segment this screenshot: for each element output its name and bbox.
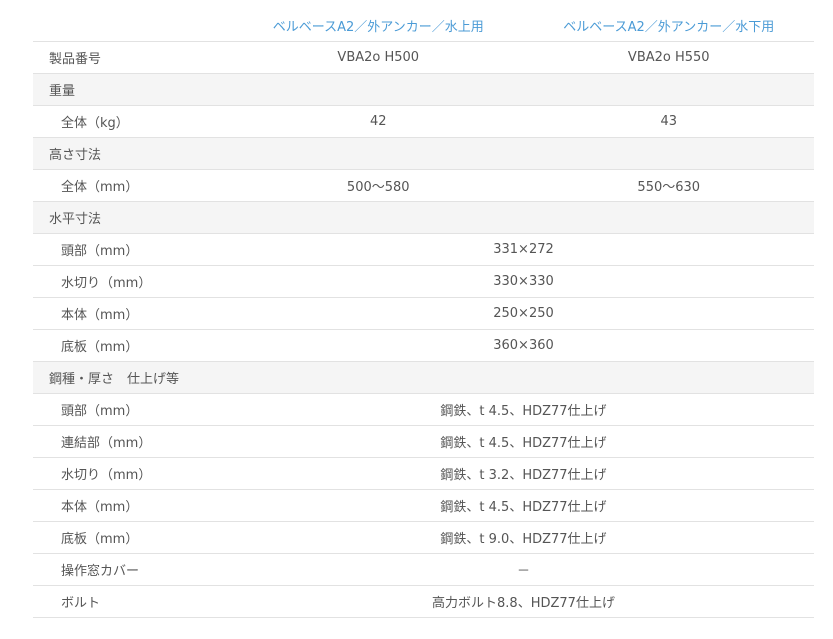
cell-value: 43 xyxy=(660,114,678,129)
section-row-steel: 鋼種・厚さ 仕上げ等 xyxy=(33,362,814,394)
cell-value: 鋼鉄、t 4.5、HDZ77仕上げ xyxy=(440,436,607,451)
row-label: 頭部（mm） xyxy=(61,404,139,419)
table-row-horiz-body: 本体（mm） 250×250 xyxy=(33,298,814,330)
row-label: 連結部（mm） xyxy=(61,436,152,451)
table-row-weight-total: 全体（kg） 42 43 xyxy=(33,106,814,138)
cell-value: 鋼鉄、t 4.5、HDZ77仕上げ xyxy=(440,404,607,419)
table-row-steel-body: 本体（mm） 鋼鉄、t 4.5、HDZ77仕上げ xyxy=(33,490,814,522)
section-label: 高さ寸法 xyxy=(49,148,102,163)
cell-value: － xyxy=(516,564,530,579)
header-col-2: ベルベースA2／外アンカー／水下用 xyxy=(563,19,775,35)
table-row-cover: 操作窓カバー － xyxy=(33,554,814,586)
cell-value: 550～630 xyxy=(637,180,701,195)
row-label: 製品番号 xyxy=(49,52,102,67)
cell-value: 330×330 xyxy=(493,274,554,289)
cell-value: 360×360 xyxy=(493,338,554,353)
cell-value: VBA2o H550 xyxy=(627,50,710,65)
row-label: 水切り（mm） xyxy=(61,276,152,291)
row-label: ボルト xyxy=(61,596,101,611)
table-row-steel-base: 底板（mm） 鋼鉄、t 9.0、HDZ77仕上げ xyxy=(33,522,814,554)
cell-value: 250×250 xyxy=(493,306,554,321)
cell-value: 42 xyxy=(369,114,387,129)
header-col-1: ベルベースA2／外アンカー／水上用 xyxy=(272,19,484,35)
table-row-horiz-drip: 水切り（mm） 330×330 xyxy=(33,266,814,298)
section-label: 鋼種・厚さ 仕上げ等 xyxy=(49,372,180,387)
row-label: 操作窓カバー xyxy=(61,564,140,579)
cell-value: 331×272 xyxy=(493,242,554,257)
row-label: 頭部（mm） xyxy=(61,244,139,259)
table-row-horiz-base: 底板（mm） 360×360 xyxy=(33,330,814,362)
row-label: 本体（mm） xyxy=(61,308,139,323)
section-row-horizontal: 水平寸法 xyxy=(33,202,814,234)
table-row-bolt: ボルト 高力ボルト8.8、HDZ77仕上げ xyxy=(33,586,814,618)
spec-table: ベルベースA2／外アンカー／水上用 ベルベースA2／外アンカー／水下用 製品番号… xyxy=(33,9,814,618)
table-row-steel-head: 頭部（mm） 鋼鉄、t 4.5、HDZ77仕上げ xyxy=(33,394,814,426)
row-label: 水切り（mm） xyxy=(61,468,152,483)
row-label: 全体（mm） xyxy=(61,180,139,195)
cell-value: 500～580 xyxy=(346,180,410,195)
row-label: 本体（mm） xyxy=(61,500,139,515)
table-row-product: 製品番号 VBA2o H500 VBA2o H550 xyxy=(33,42,814,74)
cell-value: VBA2o H500 xyxy=(337,50,420,65)
table-row-horiz-head: 頭部（mm） 331×272 xyxy=(33,234,814,266)
table-row-steel-drip: 水切り（mm） 鋼鉄、t 3.2、HDZ77仕上げ xyxy=(33,458,814,490)
section-label: 水平寸法 xyxy=(49,212,102,227)
row-label: 底板（mm） xyxy=(61,532,139,547)
section-row-weight: 重量 xyxy=(33,74,814,106)
table-header: ベルベースA2／外アンカー／水上用 ベルベースA2／外アンカー／水下用 xyxy=(33,9,814,42)
cell-value: 鋼鉄、t 4.5、HDZ77仕上げ xyxy=(440,500,607,515)
row-label: 全体（kg） xyxy=(61,116,129,131)
table-row-height-total: 全体（mm） 500～580 550～630 xyxy=(33,170,814,202)
section-row-height: 高さ寸法 xyxy=(33,138,814,170)
cell-value: 高力ボルト8.8、HDZ77仕上げ xyxy=(432,596,615,611)
cell-value: 鋼鉄、t 3.2、HDZ77仕上げ xyxy=(440,468,607,483)
table-row-steel-joint: 連結部（mm） 鋼鉄、t 4.5、HDZ77仕上げ xyxy=(33,426,814,458)
section-label: 重量 xyxy=(49,84,76,99)
row-label: 底板（mm） xyxy=(61,340,139,355)
cell-value: 鋼鉄、t 9.0、HDZ77仕上げ xyxy=(440,532,607,547)
